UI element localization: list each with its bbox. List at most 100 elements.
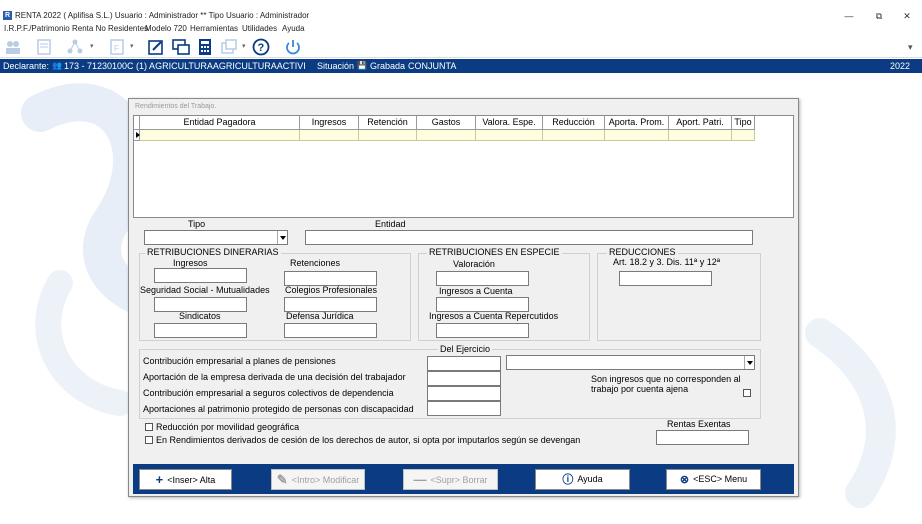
menu-irpf[interactable]: I.R.P.F./Patrimonio — [4, 23, 70, 35]
contrib-planes-input[interactable] — [427, 356, 501, 371]
monitor-icon[interactable] — [172, 38, 190, 56]
dropdown-arrow-icon[interactable]: ▾ — [130, 42, 134, 50]
restore-icon[interactable]: ⧉ — [872, 10, 886, 22]
retenciones-input[interactable] — [284, 271, 377, 286]
aportacion-empresa-label: Aportación de la empresa derivada de una… — [143, 372, 406, 382]
declarante-value: 173 - 71230100C (1) AGRICULTURAAGRICULTU… — [64, 61, 306, 71]
report-icon[interactable]: F — [108, 38, 126, 56]
entidad-input[interactable] — [305, 230, 753, 245]
alta-button[interactable]: + <Inser> Alta — [139, 469, 232, 490]
contribuciones-select[interactable] — [506, 355, 755, 370]
menu-herramientas[interactable]: Herramientas — [190, 23, 238, 35]
sindicatos-input[interactable] — [154, 323, 247, 338]
col-entidad-pagadora[interactable]: Entidad Pagadora — [140, 116, 300, 130]
col-retencion[interactable]: Retención — [359, 116, 417, 130]
grid-header: Entidad Pagadora Ingresos Retención Gast… — [134, 116, 755, 130]
tipo-label: Tipo — [188, 219, 206, 229]
col-reduccion[interactable]: Reducción — [543, 116, 605, 130]
calculator-icon[interactable] — [196, 38, 214, 56]
table-cell[interactable] — [476, 130, 543, 141]
tipo-select[interactable] — [144, 230, 288, 245]
app-icon: R — [3, 11, 12, 20]
table-cell[interactable] — [605, 130, 669, 141]
menu-bar: I.R.P.F./Patrimonio Renta No Residentes … — [0, 23, 922, 35]
chevron-down-icon[interactable] — [277, 231, 287, 244]
modificar-button[interactable]: ✎ <Intro> Modificar — [271, 469, 365, 490]
valoracion-label: Valoración — [453, 259, 495, 269]
button-bar: + <Inser> Alta ✎ <Intro> Modificar — <Supr>… — [133, 464, 794, 494]
aportaciones-patrimonio-input[interactable] — [427, 401, 501, 416]
col-valora-espe[interactable]: Valora. Espe. — [476, 116, 543, 130]
colegios-label: Colegios Profesionales — [285, 285, 378, 295]
especie-title: RETRIBUCIONES EN ESPECIE — [427, 247, 562, 258]
edit-calendar-icon[interactable] — [147, 38, 165, 56]
table-row[interactable] — [134, 130, 755, 141]
defensa-input[interactable] — [284, 323, 377, 338]
menu-renta-no-residentes[interactable]: Renta No Residentes — [72, 23, 148, 35]
rendimientos-grid[interactable]: Entidad Pagadora Ingresos Retención Gast… — [133, 115, 794, 218]
col-gastos[interactable]: Gastos — [417, 116, 476, 130]
rentas-exentas-label: Rentas Exentas — [667, 419, 731, 429]
movilidad-checkbox[interactable] — [145, 423, 153, 431]
son-ingresos-checkbox[interactable] — [743, 389, 751, 397]
chevron-down-icon[interactable] — [744, 356, 754, 369]
minimize-icon[interactable]: — — [842, 10, 856, 22]
ingresos-input[interactable] — [154, 268, 247, 283]
menu-modelo-720[interactable]: Modelo 720 — [145, 23, 187, 35]
art-18-input[interactable] — [619, 271, 712, 286]
table-cell[interactable] — [417, 130, 476, 141]
seguridad-social-input[interactable] — [154, 297, 247, 312]
edit-icon: ✎ — [276, 472, 288, 487]
dinerarias-title: RETRIBUCIONES DINERARIAS — [145, 247, 281, 258]
svg-text:F: F — [114, 44, 119, 53]
rendimientos-trabajo-dialog: Rendimientos del Trabajo. Entidad Pagado… — [128, 98, 799, 497]
movilidad-label: Reducción por movilidad geográfica — [156, 422, 300, 432]
modificar-button-label: <Intro> Modificar — [291, 475, 360, 485]
aportacion-empresa-input[interactable] — [427, 371, 501, 386]
people-icon[interactable] — [4, 38, 22, 56]
ayuda-button[interactable]: ⓘ Ayuda — [535, 469, 630, 490]
situacion-value: Grabada — [370, 61, 406, 71]
ingresos-cuenta-rep-input[interactable] — [436, 323, 529, 338]
declarante-label: Declarante: — [3, 61, 50, 71]
menu-ayuda[interactable]: Ayuda — [282, 23, 305, 35]
table-cell[interactable] — [669, 130, 732, 141]
sindicatos-label: Sindicatos — [179, 311, 221, 321]
network-icon[interactable] — [66, 38, 84, 56]
help-icon[interactable]: ? — [252, 38, 270, 56]
ayuda-button-label: Ayuda — [577, 474, 603, 484]
ingresos-cuenta-rep-label: Ingresos a Cuenta Repercutidos — [429, 311, 559, 321]
dropdown-arrow-icon[interactable]: ▾ — [242, 42, 246, 50]
help-circle-icon: ⓘ — [562, 474, 574, 486]
document-icon[interactable] — [35, 38, 53, 56]
contrib-planes-label: Contribución empresarial a planes de pen… — [143, 356, 336, 366]
menu-utilidades[interactable]: Utilidades — [242, 23, 277, 35]
close-icon[interactable]: ✕ — [900, 10, 914, 22]
aportaciones-patrimonio-label: Aportaciones al patrimonio protegido de … — [143, 404, 414, 414]
table-cell[interactable] — [140, 130, 300, 141]
borrar-button[interactable]: — <Supr> Borrar — [403, 469, 498, 490]
table-cell[interactable] — [359, 130, 417, 141]
menu-button[interactable]: ⊗ <ESC> Menu — [666, 469, 761, 490]
col-aporta-prom[interactable]: Aporta. Prom. — [605, 116, 669, 130]
toolbar-overflow-icon[interactable]: ▾ — [908, 42, 913, 53]
table-cell[interactable] — [543, 130, 605, 141]
col-aport-patri[interactable]: Aport. Patri. — [669, 116, 732, 130]
colegios-input[interactable] — [284, 297, 377, 312]
rentas-exentas-input[interactable] — [656, 430, 749, 445]
menu-button-label: <ESC> Menu — [693, 474, 748, 484]
dropdown-arrow-icon[interactable]: ▾ — [90, 42, 94, 50]
valoracion-input[interactable] — [436, 271, 529, 286]
ingresos-cuenta-input[interactable] — [436, 297, 529, 312]
toolbar: ▾ F ▾ ▾ ? ▾ — [0, 36, 922, 58]
derechos-autor-checkbox[interactable] — [145, 436, 153, 444]
table-cell[interactable] — [300, 130, 359, 141]
col-ingresos[interactable]: Ingresos — [300, 116, 359, 130]
col-tipo[interactable]: Tipo — [732, 116, 755, 130]
windows-icon[interactable] — [220, 38, 238, 56]
power-icon[interactable] — [284, 38, 302, 56]
plus-icon: + — [155, 472, 164, 487]
situacion-label: Situación — [317, 61, 355, 71]
table-cell[interactable] — [732, 130, 755, 141]
contrib-seguros-input[interactable] — [427, 386, 501, 401]
